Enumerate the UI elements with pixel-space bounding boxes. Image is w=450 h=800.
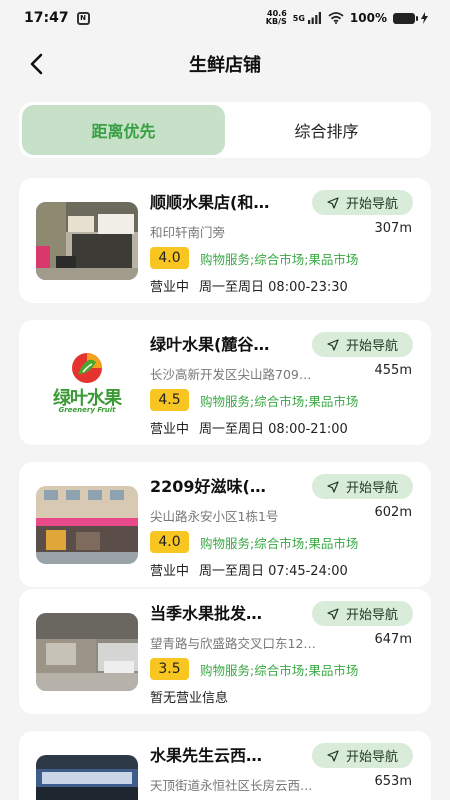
start-navigation-label: 开始导航 — [345, 608, 398, 623]
shop-distance: 602m — [374, 505, 412, 520]
shop-name: 水果先生云西… — [150, 746, 263, 765]
business-hours-text: 周一至周日 08:00-23:30 — [199, 280, 348, 295]
shop-card[interactable]: 绿叶水果 Greenery Fruit 绿叶水果(麓谷… 开始导航 长沙高新开发… — [19, 320, 431, 445]
shop-card[interactable]: 水果先生云西… 开始导航 天顶街道永恒社区长房云西… 653m — [19, 731, 431, 800]
shop-photo — [36, 613, 138, 691]
navigation-arrow-icon — [327, 607, 339, 620]
shop-category: 购物服务;综合市场;果品市场 — [200, 536, 359, 551]
start-navigation-button[interactable]: 开始导航 — [312, 190, 413, 215]
start-navigation-label: 开始导航 — [345, 197, 398, 212]
shop-photo — [36, 755, 138, 800]
start-navigation-button[interactable]: 开始导航 — [312, 332, 413, 357]
sort-tabs: 距离优先 综合排序 — [19, 102, 431, 158]
shop-address: 望青路与欣盛路交叉口东12… — [150, 636, 316, 651]
shop-distance: 307m — [374, 221, 412, 236]
business-status: 营业中 — [150, 422, 190, 437]
back-button[interactable] — [18, 46, 54, 82]
signal-icon — [307, 12, 321, 24]
shop-category: 购物服务;综合市场;果品市场 — [200, 252, 359, 267]
business-hours-text: 周一至周日 07:45-24:00 — [199, 564, 348, 579]
shop-address: 长沙高新开发区尖山路709… — [150, 367, 312, 382]
rating-badge: 4.0 — [150, 531, 189, 553]
header: 生鲜店铺 — [0, 40, 450, 88]
business-status: 暂无营业信息 — [150, 691, 229, 706]
business-hours: 营业中 周一至周日 08:00-21:00 — [150, 418, 348, 437]
shop-distance: 647m — [374, 632, 412, 647]
shop-name: 绿叶水果(麓谷… — [150, 335, 270, 354]
business-hours-text: 周一至周日 08:00-21:00 — [199, 422, 348, 437]
navigation-arrow-icon — [327, 480, 339, 493]
business-hours: 营业中 周一至周日 08:00-23:30 — [150, 276, 348, 295]
chevron-left-icon — [30, 53, 43, 75]
start-navigation-label: 开始导航 — [345, 339, 398, 354]
shop-logo: 绿叶水果 Greenery Fruit — [36, 344, 138, 422]
shop-card[interactable]: 顺顺水果店(和… 开始导航 和印轩南门旁 307m 4.0 购物服务;综合市场;… — [19, 178, 431, 303]
navigation-arrow-icon — [327, 338, 339, 351]
shop-address: 天顶街道永恒社区长房云西… — [150, 778, 313, 793]
tab-overall-sort[interactable]: 综合排序 — [225, 105, 428, 155]
start-navigation-button[interactable]: 开始导航 — [312, 474, 413, 499]
status-time: 17:47 — [24, 10, 69, 26]
battery-percent: 100% — [349, 11, 387, 25]
shop-category: 购物服务;综合市场;果品市场 — [200, 663, 359, 678]
start-navigation-button[interactable]: 开始导航 — [312, 743, 413, 768]
status-bar: 17:47 N 40.6 KB/S 5G 100% — [0, 0, 450, 36]
business-hours: 营业中 周一至周日 07:45-24:00 — [150, 560, 348, 579]
notification-icon: N — [76, 11, 90, 25]
shop-card[interactable]: 当季水果批发… 开始导航 望青路与欣盛路交叉口东12… 647m 3.5 购物服… — [19, 589, 431, 714]
shop-name: 顺顺水果店(和… — [150, 193, 270, 212]
shop-distance: 653m — [374, 774, 412, 789]
charging-icon — [421, 12, 428, 24]
network-type: 5G — [292, 13, 305, 23]
shop-name: 2209好滋味(… — [150, 477, 266, 496]
shop-distance: 455m — [374, 363, 412, 378]
business-status: 营业中 — [150, 564, 190, 579]
shop-photo — [36, 486, 138, 564]
battery-icon — [393, 12, 418, 24]
navigation-arrow-icon — [327, 196, 339, 209]
business-status: 营业中 — [150, 280, 190, 295]
shop-address: 尖山路永安小区1栋1号 — [150, 509, 279, 524]
rating-badge: 4.5 — [150, 389, 189, 411]
wifi-icon — [328, 12, 344, 24]
shop-name: 当季水果批发… — [150, 604, 263, 623]
rating-badge: 4.0 — [150, 247, 189, 269]
start-navigation-button[interactable]: 开始导航 — [312, 601, 413, 626]
logo-subtext: Greenery Fruit — [58, 406, 116, 414]
rating-badge: 3.5 — [150, 658, 189, 680]
start-navigation-label: 开始导航 — [345, 481, 398, 496]
start-navigation-label: 开始导航 — [345, 750, 398, 765]
page-title: 生鲜店铺 — [189, 55, 261, 76]
shop-card[interactable]: 2209好滋味(… 开始导航 尖山路永安小区1栋1号 602m 4.0 购物服务… — [19, 462, 431, 587]
shop-category: 购物服务;综合市场;果品市场 — [200, 394, 359, 409]
net-speed: 40.6 KB/S — [265, 9, 287, 26]
tab-distance-first[interactable]: 距离优先 — [22, 105, 225, 155]
shop-photo — [36, 202, 138, 280]
navigation-arrow-icon — [327, 749, 339, 762]
business-hours: 暂无营业信息 — [150, 687, 228, 706]
shop-address: 和印轩南门旁 — [150, 225, 226, 240]
